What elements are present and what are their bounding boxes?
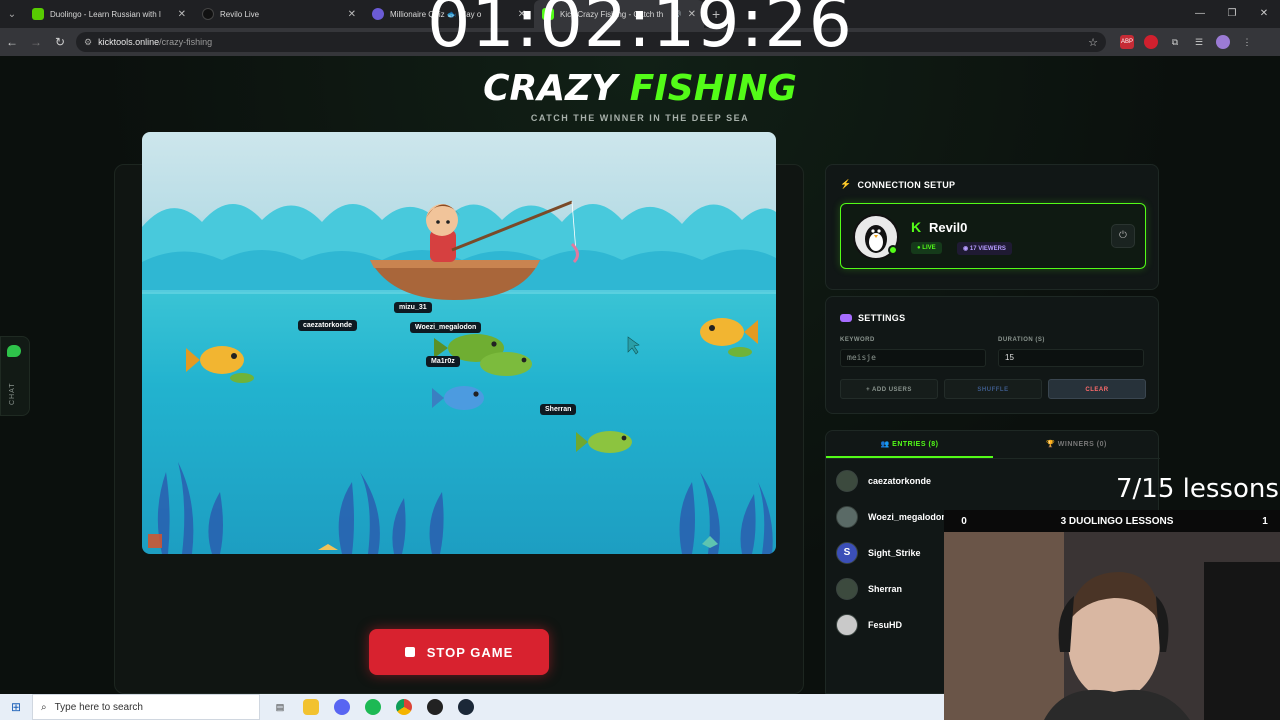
entry-avatar xyxy=(836,506,858,528)
clear-button[interactable]: CLEAR xyxy=(1048,379,1146,399)
gamepad-icon xyxy=(840,314,852,322)
taskbar-search-placeholder: Type here to search xyxy=(54,701,143,713)
list-item: FesuHD xyxy=(836,613,902,637)
fishing-game-scene[interactable]: mizu_31 caezatorkonde Woezi_megalodon Ma… xyxy=(142,132,776,554)
stop-game-button[interactable]: STOP GAME xyxy=(369,629,549,675)
viewers-label: 17 VIEWERS xyxy=(969,246,1006,252)
lessons-progress: 7/15 lessons xyxy=(1116,474,1279,504)
task-view-icon[interactable]: ▤ xyxy=(272,699,288,715)
keyword-input[interactable]: meisje xyxy=(840,349,986,367)
connection-title: ⚡ CONNECTION SETUP xyxy=(840,179,955,190)
entries-tab-label: ENTRIES (8) xyxy=(892,441,939,448)
fish-tag-caezator: caezatorkonde xyxy=(298,320,358,331)
kick-logo-icon: K xyxy=(911,219,922,235)
duration-label: DURATION (S) xyxy=(998,337,1045,343)
fish-tag-woezi: Woezi_megalodon xyxy=(410,322,482,333)
webcam-overlay: 0 3 DUOLINGO LESSONS 1 xyxy=(944,510,1280,720)
live-badge: ● LIVE xyxy=(911,242,942,254)
fish-blue xyxy=(432,386,484,410)
fish-tag-mizu: mizu_31 xyxy=(394,302,432,313)
file-explorer-icon[interactable] xyxy=(303,699,319,715)
logo-text-green: FISHING xyxy=(629,68,797,109)
channel-avatar xyxy=(853,214,899,260)
windows-taskbar: ⊞ ⌕ Type here to search ▤ xyxy=(0,694,944,720)
tab-entries[interactable]: 👥 ENTRIES (8) xyxy=(826,431,993,458)
connection-card: ⚡ CONNECTION SETUP K Revil0 ● LIVE ◉ 17 … xyxy=(825,164,1159,290)
crazy-fishing-logo: CRAZY FISHING xyxy=(0,68,1280,109)
fish-green-right-small xyxy=(728,347,752,357)
list-item: Sherran xyxy=(836,577,902,601)
fish-tag-sherran: Sherran xyxy=(540,404,577,415)
entry-avatar xyxy=(836,470,858,492)
stop-square-icon xyxy=(404,647,415,657)
stop-game-label: STOP GAME xyxy=(426,644,514,660)
entry-name: FesuHD xyxy=(868,620,903,630)
list-item: Woezi_megalodon xyxy=(836,505,947,529)
settings-card: SETTINGS KEYWORD meisje DURATION (S) 15 … xyxy=(825,296,1159,414)
add-users-button[interactable]: + ADD USERS xyxy=(840,379,938,399)
eye-icon: ◉ xyxy=(963,246,970,252)
connected-channel-box: K Revil0 ● LIVE ◉ 17 VIEWERS ⏻ xyxy=(840,203,1146,269)
fish-yellow-right xyxy=(700,318,758,346)
entry-name: Sherran xyxy=(868,584,903,594)
taskbar-search-input[interactable]: ⌕ Type here to search xyxy=(32,694,260,720)
tab-winners[interactable]: 🏆 WINNERS (0) xyxy=(993,431,1160,458)
taskbar-apps: ▤ xyxy=(272,699,474,715)
list-item: caezatorkonde xyxy=(836,469,931,493)
live-label: LIVE xyxy=(922,245,936,251)
list-item: S Sight_Strike xyxy=(836,541,921,565)
fish-green-center-2 xyxy=(480,352,532,376)
chat-bubble-icon xyxy=(7,345,21,357)
settings-title: SETTINGS xyxy=(840,313,905,323)
entry-avatar: S xyxy=(836,542,858,564)
lesson-count-left: 0 xyxy=(961,515,967,527)
seaweed xyxy=(157,462,773,554)
webcam-feed xyxy=(944,532,1280,720)
spotify-app-icon[interactable] xyxy=(365,699,381,715)
tagline: CATCH THE WINNER IN THE DEEP SEA xyxy=(530,113,750,123)
users-icon: 👥 xyxy=(880,441,893,448)
fish-tag-ma1r0z: Ma1r0z xyxy=(426,356,460,367)
channel-name: Revil0 xyxy=(929,220,968,235)
chat-label: CHAT xyxy=(9,382,16,405)
entry-name: Woezi_megalodon xyxy=(868,512,947,522)
entry-name: Sight_Strike xyxy=(868,548,921,558)
fish-green-bottom xyxy=(576,431,632,453)
disconnect-power-button[interactable]: ⏻ xyxy=(1111,224,1135,248)
countdown-timer: 01:02:19:26 xyxy=(427,0,853,63)
lesson-counter-bar: 0 3 DUOLINGO LESSONS 1 xyxy=(944,510,1280,532)
windows-start-icon[interactable]: ⊞ xyxy=(0,700,32,714)
underwater-scene-art xyxy=(142,200,776,554)
entry-avatar xyxy=(836,614,858,636)
lesson-bar-title: 3 DUOLINGO LESSONS xyxy=(1060,515,1174,527)
search-icon: ⌕ xyxy=(41,701,47,713)
chrome-app-icon[interactable] xyxy=(396,699,412,715)
lesson-count-right: 1 xyxy=(1262,515,1268,527)
online-indicator xyxy=(888,245,898,255)
entry-avatar xyxy=(836,578,858,600)
winners-tab-label: WINNERS (0) xyxy=(1057,441,1107,448)
fish-yellow-left xyxy=(186,346,244,374)
viewers-badge: ◉ 17 VIEWERS xyxy=(957,242,1012,255)
settings-title-text: SETTINGS xyxy=(858,313,906,323)
entry-name: caezatorkonde xyxy=(868,476,932,486)
steam-app-icon[interactable] xyxy=(458,699,474,715)
logo-text-white: CRAZY xyxy=(483,68,630,109)
obs-app-icon[interactable] xyxy=(427,699,443,715)
connection-plug-icon: ⚡ xyxy=(840,179,852,189)
discord-app-icon[interactable] xyxy=(334,699,350,715)
fish-green-small xyxy=(230,373,254,383)
keyword-label: KEYWORD xyxy=(840,337,875,343)
connection-title-text: CONNECTION SETUP xyxy=(857,179,956,190)
duration-input[interactable]: 15 xyxy=(998,349,1144,367)
chat-toggle[interactable]: CHAT xyxy=(0,336,30,416)
entries-tabs: 👥 ENTRIES (8) 🏆 WINNERS (0) xyxy=(826,431,1160,459)
shuffle-button[interactable]: SHUFFLE xyxy=(944,379,1042,399)
trophy-icon: 🏆 xyxy=(1046,441,1058,448)
power-icon: ⏻ xyxy=(1119,230,1127,241)
